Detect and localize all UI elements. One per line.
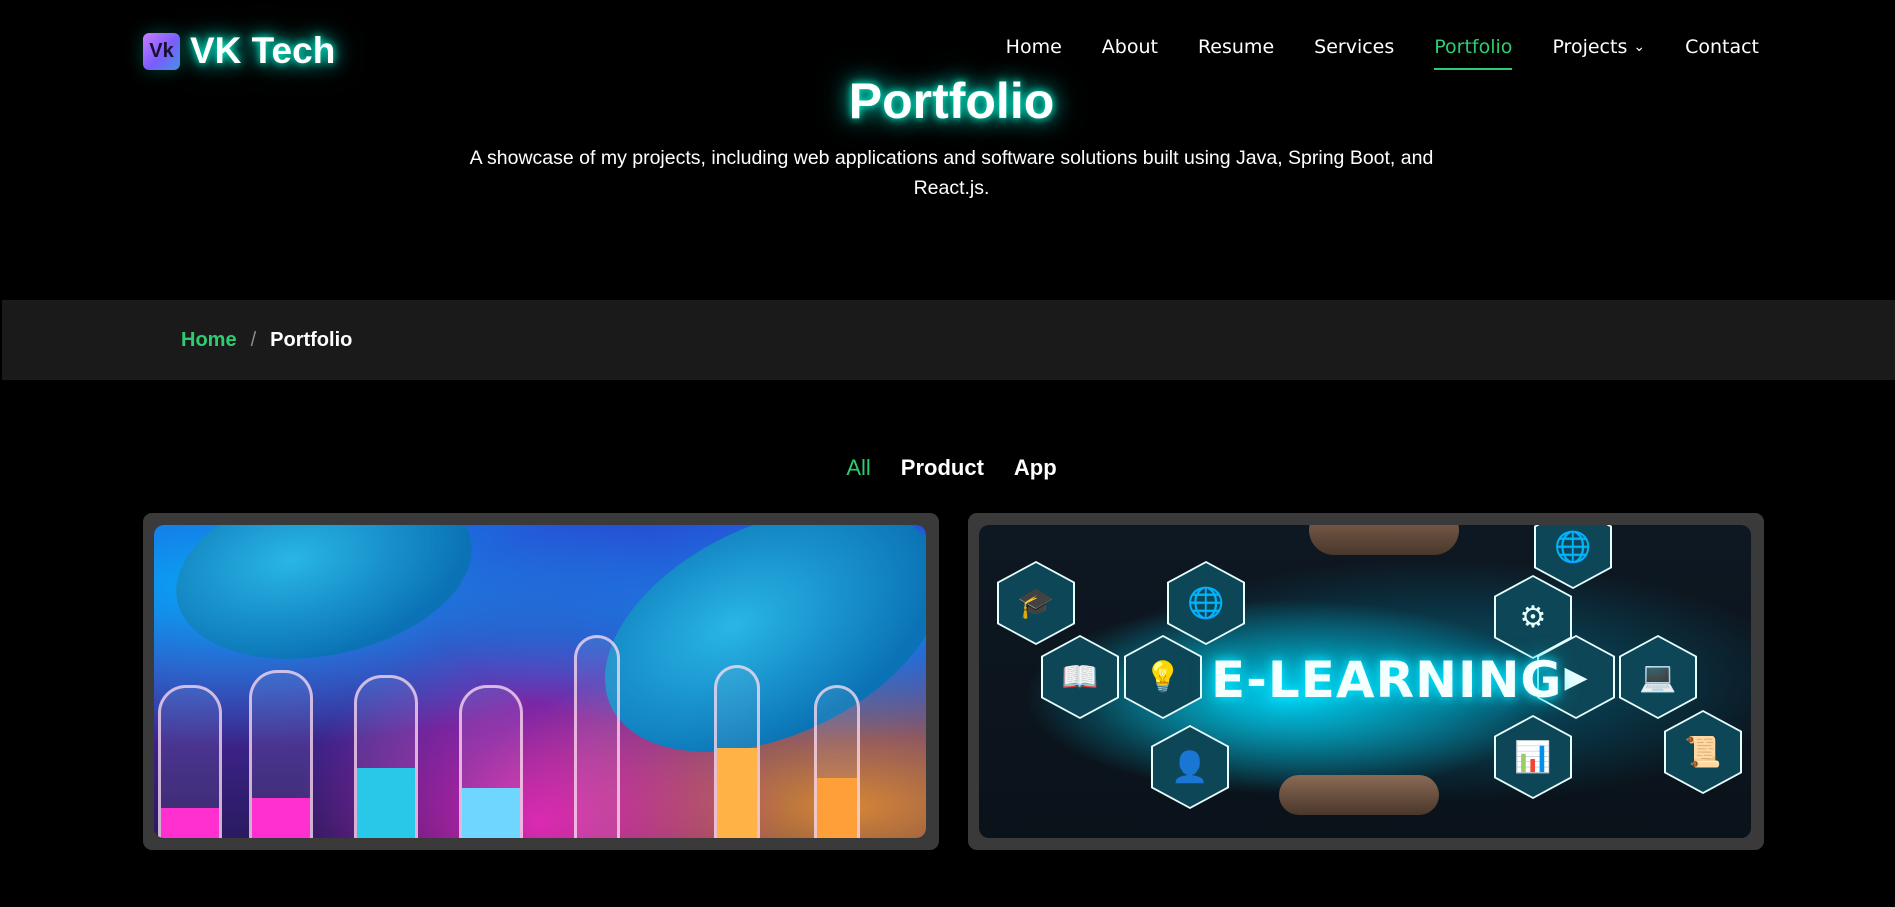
globe-icon: 🌐 — [1554, 530, 1592, 564]
book-search-icon: 📖 — [1061, 660, 1099, 694]
lightbulb-icon: 💡 — [1144, 660, 1182, 694]
nav-projects[interactable]: Projects ⌄ — [1552, 36, 1645, 58]
filter-app[interactable]: App — [1014, 455, 1057, 481]
mobile-graduation-icon: 🎓 — [1017, 586, 1055, 620]
nav-contact[interactable]: Contact — [1685, 36, 1759, 58]
graduate-icon: 👤 — [1171, 750, 1209, 784]
presentation-icon: 📊 — [1514, 740, 1552, 774]
portfolio-filters: All Product App — [0, 455, 1895, 481]
filter-all[interactable]: All — [846, 455, 870, 481]
certificate-icon: 📜 — [1684, 735, 1722, 769]
nav-resume[interactable]: Resume — [1198, 36, 1274, 58]
breadcrumb-separator: / — [250, 329, 257, 351]
page-title: Portfolio — [848, 73, 1055, 129]
portfolio-card-elearning[interactable]: 🎓 🌐 📖 💡 👤 🌐 ⚙ ▶ 💻 📊 📜 E-LEARNING — [968, 513, 1764, 850]
graduation-globe-icon: 🌐 — [1187, 586, 1225, 620]
elearning-image: 🎓 🌐 📖 💡 👤 🌐 ⚙ ▶ 💻 📊 📜 E-LEARNING — [979, 525, 1751, 838]
online-teacher-icon: 💻 — [1639, 660, 1677, 694]
nav-portfolio[interactable]: Portfolio — [1434, 36, 1513, 70]
nav-about[interactable]: About — [1102, 36, 1158, 58]
breadcrumb-home-link[interactable]: Home — [181, 329, 237, 352]
nav-projects-label: Projects — [1552, 36, 1628, 58]
breadcrumb-bar: Home / Portfolio — [2, 300, 1895, 380]
lab-test-tubes-image — [154, 525, 926, 838]
nav-home[interactable]: Home — [1006, 36, 1062, 58]
breadcrumb: Home / Portfolio — [181, 329, 352, 352]
chevron-down-icon: ⌄ — [1633, 39, 1646, 55]
breadcrumb-current: Portfolio — [270, 329, 353, 351]
elearning-image-text: E-LEARNING — [1211, 651, 1563, 709]
filter-product[interactable]: Product — [901, 455, 984, 481]
nav-services[interactable]: Services — [1314, 36, 1394, 58]
portfolio-card-lab[interactable] — [143, 513, 939, 850]
page-subtitle: A showcase of my projects, including web… — [469, 147, 1434, 199]
brand-name: VK Tech — [190, 30, 336, 71]
brand-logo[interactable]: Vk VK Tech — [143, 30, 335, 72]
main-nav: Home About Resume Services Portfolio Pro… — [966, 36, 1759, 70]
logo-badge: Vk — [143, 32, 180, 70]
